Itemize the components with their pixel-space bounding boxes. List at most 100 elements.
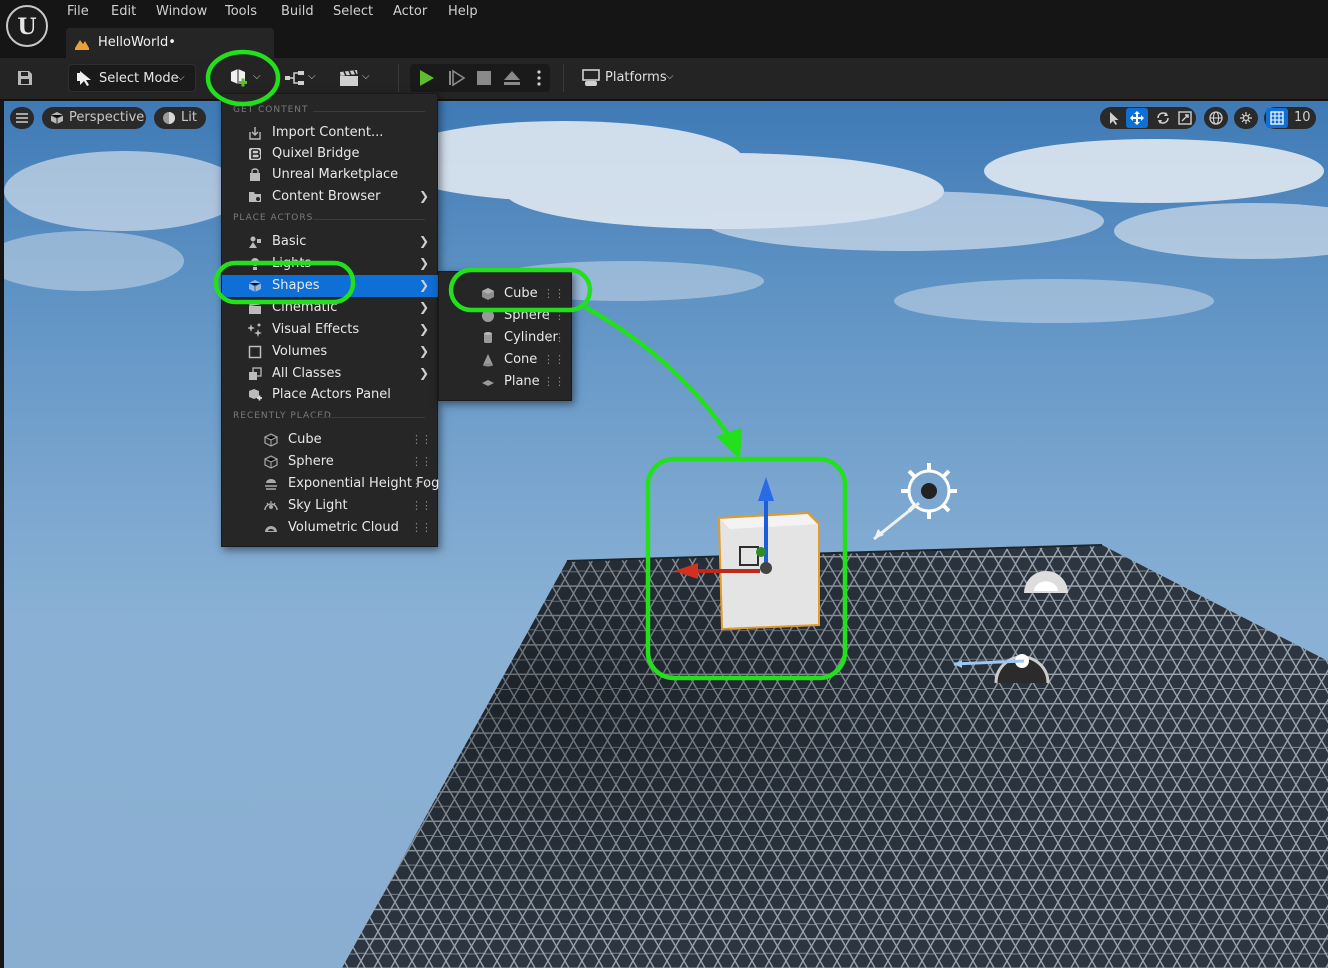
add-content-button[interactable]: ⌵ [222, 64, 268, 92]
drag-handle-icon[interactable]: ⋮⋮ [411, 433, 432, 446]
shape-item-label: Plane [504, 374, 540, 389]
viewport-perspective-button[interactable]: Perspective [42, 107, 146, 129]
drag-handle-icon[interactable]: ⋮⋮ [543, 309, 565, 322]
sphere-icon [482, 310, 494, 322]
cloud-icon [265, 526, 277, 532]
fog-icon [265, 479, 277, 490]
menu-item-cinematic[interactable]: Cinematic ❯ [222, 297, 439, 319]
menu-help[interactable]: Help [448, 4, 478, 19]
play-icon[interactable] [418, 69, 436, 87]
menu-actor[interactable]: Actor [393, 4, 427, 19]
chevron-right-icon: ❯ [418, 300, 429, 314]
select-arrow-icon[interactable] [1107, 111, 1121, 125]
menu-item-place-actors-panel[interactable]: Place Actors Panel [222, 384, 439, 406]
grid-snap-toggle[interactable] [1266, 108, 1288, 128]
platforms-icon [582, 69, 600, 86]
recent-item-sphere[interactable]: Sphere ⋮⋮ [222, 451, 439, 473]
menu-item-all-classes[interactable]: All Classes ❯ [222, 363, 439, 385]
chevron-down-icon: ⌵ [308, 71, 316, 82]
menu-item-content-browser[interactable]: Content Browser ❯ [222, 186, 439, 208]
unreal-logo[interactable]: U [6, 5, 48, 47]
shape-item-plane[interactable]: Plane ⋮⋮ [439, 371, 573, 393]
chevron-right-icon: ❯ [418, 189, 429, 203]
menu-build[interactable]: Build [281, 4, 314, 19]
drag-handle-icon[interactable]: ⋮⋮ [543, 375, 565, 388]
select-mode-dropdown[interactable]: Select Mode ⌵ [68, 64, 196, 92]
viewport-lit-button[interactable]: Lit [154, 107, 206, 129]
menu-item-quixel-bridge[interactable]: Quixel Bridge [222, 143, 439, 165]
cinematics-button[interactable]: ⌵ [336, 64, 378, 92]
play-controls [410, 64, 550, 92]
menu-item-import-content[interactable]: Import Content... [222, 122, 439, 144]
blueprint-button[interactable]: ⌵ [280, 64, 324, 92]
menu-tools[interactable]: Tools [225, 4, 257, 19]
viewport-perspective-label: Perspective [69, 110, 145, 125]
menu-item-basic[interactable]: Basic ❯ [222, 231, 439, 253]
advance-frame-icon[interactable] [448, 69, 466, 87]
marketplace-icon [250, 168, 260, 181]
shapes-submenu: Cube ⋮⋮ Sphere ⋮⋮ Cylinder ⋮⋮ Cone ⋮⋮ Pl… [438, 271, 572, 401]
shapes-icon [248, 280, 262, 292]
perspective-cube-icon [50, 112, 64, 124]
visual-effects-icon [248, 323, 262, 337]
menu-item-volumes[interactable]: Volumes ❯ [222, 341, 439, 363]
recent-item-volumetric-cloud[interactable]: Volumetric Cloud ⋮⋮ [222, 517, 439, 539]
chevron-right-icon: ❯ [418, 344, 429, 358]
menu-item-label: Visual Effects [272, 322, 360, 337]
rotate-icon[interactable] [1156, 111, 1170, 125]
menu-item-label: Cinematic [272, 300, 338, 315]
scale-icon[interactable] [1178, 111, 1192, 125]
drag-handle-icon[interactable]: ⋮⋮ [411, 477, 432, 490]
drag-handle-icon[interactable]: ⋮⋮ [411, 499, 432, 512]
directional-light-actor[interactable] [873, 463, 957, 541]
cylinder-icon [484, 332, 492, 343]
logo-letter: U [17, 14, 37, 40]
drag-handle-icon[interactable]: ⋮⋮ [411, 455, 432, 468]
section-header-recently-placed: RECENTLY PLACED [233, 411, 332, 421]
stop-icon[interactable] [476, 70, 492, 86]
world-local-button[interactable] [1204, 107, 1228, 129]
section-divider [313, 111, 425, 112]
level-document-tab-label: HelloWorld• [98, 35, 176, 50]
cone-icon [483, 354, 493, 367]
drag-handle-icon[interactable]: ⋮⋮ [411, 521, 432, 534]
recent-item-exponential-height-fog[interactable]: Exponential Height Fog ⋮⋮ [222, 473, 439, 495]
shape-item-sphere[interactable]: Sphere ⋮⋮ [439, 305, 573, 327]
chevron-right-icon: ❯ [418, 234, 429, 248]
grid-size-value: 10 [1294, 110, 1311, 125]
menu-item-shapes[interactable]: Shapes ❯ [222, 275, 439, 297]
menu-file[interactable]: File [67, 4, 89, 19]
recent-item-sky-light[interactable]: Sky Light ⋮⋮ [222, 495, 439, 517]
level-viewport[interactable]: Perspective Lit 10 [4, 101, 1328, 968]
menu-item-visual-effects[interactable]: Visual Effects ❯ [222, 319, 439, 341]
shape-item-cone[interactable]: Cone ⋮⋮ [439, 349, 573, 371]
all-classes-icon [249, 367, 262, 380]
shape-item-cylinder[interactable]: Cylinder ⋮⋮ [439, 327, 573, 349]
drag-handle-icon[interactable]: ⋮⋮ [543, 331, 565, 344]
menu-select[interactable]: Select [333, 4, 373, 19]
toolbar-separator [398, 64, 399, 92]
viewport-options-button[interactable] [10, 107, 34, 129]
chevron-down-icon: ⌵ [666, 71, 674, 82]
drag-handle-icon[interactable]: ⋮⋮ [543, 287, 565, 300]
eject-icon[interactable] [503, 69, 521, 87]
lit-mode-icon [163, 112, 175, 124]
save-button[interactable] [10, 64, 40, 92]
menu-item-unreal-marketplace[interactable]: Unreal Marketplace [222, 164, 439, 186]
level-document-tab[interactable]: HelloWorld• [66, 28, 274, 58]
more-options-icon[interactable] [536, 69, 542, 87]
menu-window[interactable]: Window [156, 4, 207, 19]
platforms-dropdown[interactable]: Platforms ⌵ [578, 64, 682, 92]
surface-snapping-button[interactable] [1234, 107, 1258, 129]
shape-item-label: Cone [504, 352, 538, 367]
menu-item-lights[interactable]: Lights ❯ [222, 253, 439, 275]
shape-item-cube[interactable]: Cube ⋮⋮ [439, 283, 573, 305]
viewport-scene [4, 121, 1328, 968]
plane-icon [482, 380, 494, 386]
drag-handle-icon[interactable]: ⋮⋮ [543, 353, 565, 366]
chevron-down-icon: ⌵ [177, 72, 185, 83]
menu-edit[interactable]: Edit [111, 4, 136, 19]
recent-item-cube[interactable]: Cube ⋮⋮ [222, 429, 439, 451]
translate-tool-button[interactable] [1126, 108, 1148, 128]
grid-snap-button[interactable]: 10 [1264, 107, 1316, 129]
